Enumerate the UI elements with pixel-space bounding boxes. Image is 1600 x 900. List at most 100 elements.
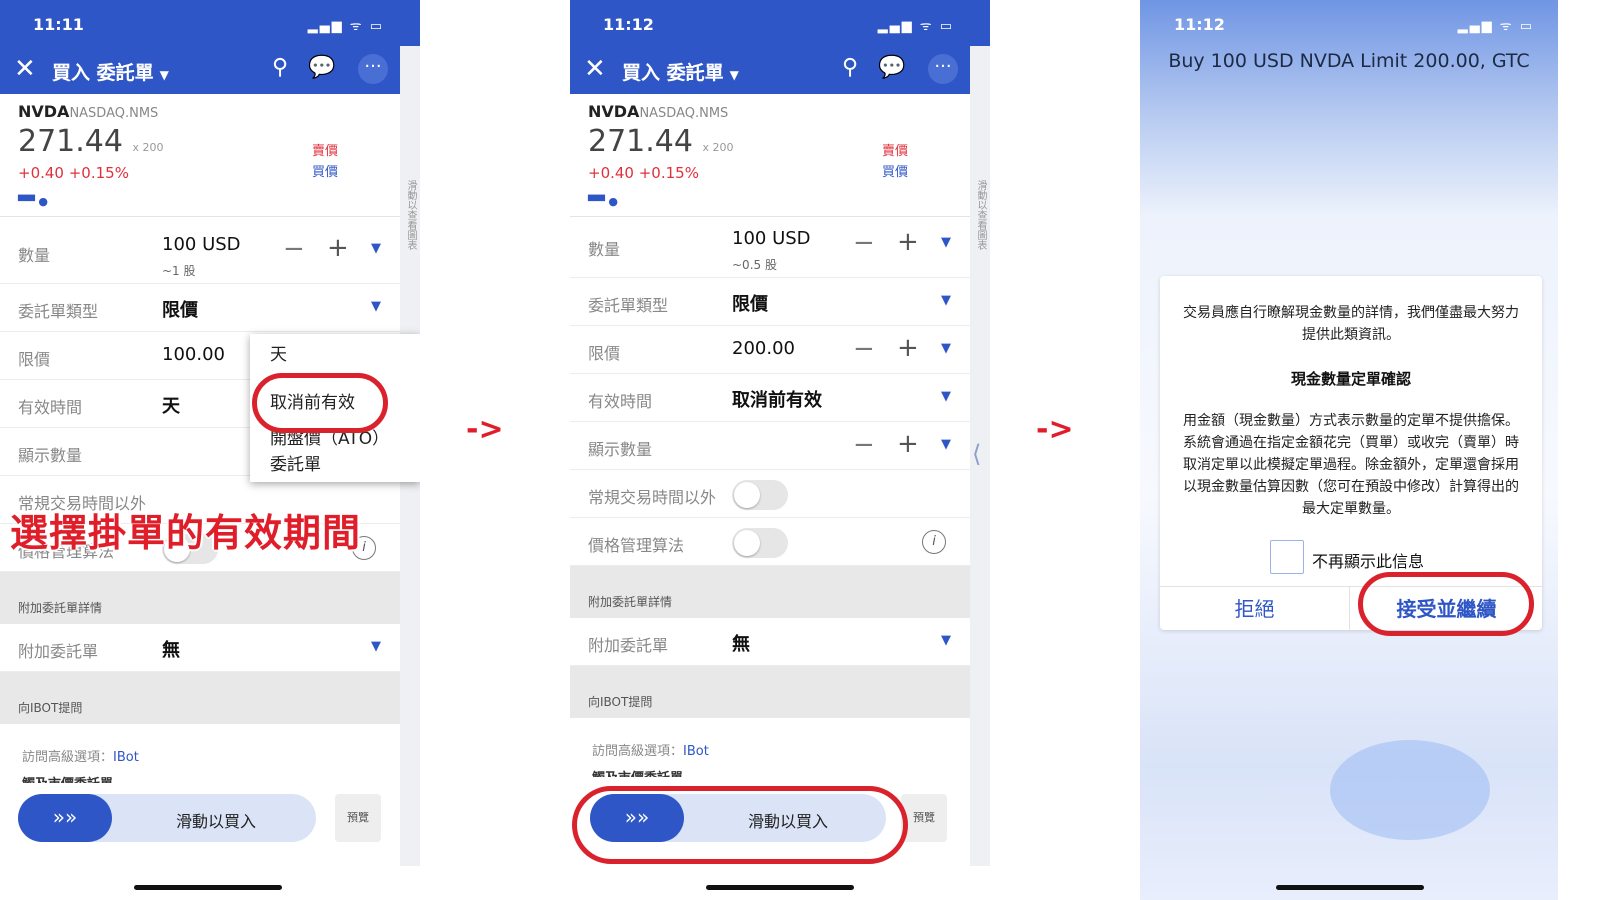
time-in-force-value[interactable]: 天 — [162, 392, 180, 418]
minus-icon[interactable]: − — [853, 228, 875, 258]
chat-icon[interactable]: 💬 — [308, 55, 335, 80]
symbol-text: NVDA — [588, 102, 640, 121]
slide-to-buy[interactable]: »» 滑動以買入 — [18, 794, 316, 842]
tif-option-day[interactable]: 天 — [270, 340, 287, 365]
header-title[interactable]: 買入 委託單 ▼ — [622, 58, 739, 85]
symbol: NVDANASDAQ.NMS — [18, 102, 158, 121]
attached-order-label: 附加委託單 — [588, 636, 669, 655]
outside-rth-toggle[interactable] — [732, 480, 788, 510]
outside-rth-label: 常規交易時間以外 — [588, 488, 717, 507]
chevron-down-icon: ▼ — [159, 68, 169, 82]
flow-arrow: -> — [1036, 412, 1074, 447]
price-size: x 200 — [702, 141, 734, 154]
ibot-link[interactable]: IBot — [113, 750, 139, 765]
ibot-link[interactable]: IBot — [683, 744, 709, 759]
reject-button[interactable]: 拒絕 — [1160, 587, 1350, 631]
header-title[interactable]: 買入 委託單 ▼ — [52, 58, 169, 85]
outside-rth-row: 常規交易時間以外 — [570, 470, 970, 518]
attached-order-label: 附加委託單 — [18, 642, 99, 661]
divider — [0, 216, 400, 217]
search-icon[interactable]: ⚲ — [272, 55, 288, 80]
header-title-text: 買入 委託單 — [52, 62, 154, 84]
info-icon[interactable]: i — [922, 530, 946, 554]
chevron-down-icon: ▼ — [729, 68, 739, 82]
price-change: +0.40 +0.15% — [18, 164, 129, 182]
chevron-down-icon[interactable]: ▼ — [371, 299, 381, 314]
preview-button[interactable]: 預覽 — [335, 794, 381, 842]
order-type-value[interactable]: 限價 — [162, 296, 198, 322]
toggle-knob — [734, 530, 760, 556]
us-flag-icon: ▀▀ ● — [18, 195, 49, 208]
minus-icon[interactable]: − — [283, 234, 305, 264]
status-bar: 11:12 ▂▄▆ ᯤ ▭ — [570, 0, 990, 46]
attached-order-value[interactable]: 無 — [732, 630, 750, 656]
price-algo-label: 價格管理算法 — [588, 536, 685, 555]
chevron-down-icon[interactable]: ▼ — [371, 639, 381, 654]
order-type-value[interactable]: 限價 — [732, 290, 768, 316]
more-icon[interactable]: ··· — [358, 54, 388, 84]
limit-price-label: 限價 — [18, 350, 51, 369]
flow-arrow: -> — [466, 412, 504, 447]
attached-order-row[interactable]: 附加委託單 無 ▼ — [570, 618, 970, 666]
symbol-text: NVDA — [18, 102, 70, 121]
chevron-down-icon[interactable]: ▼ — [941, 437, 951, 452]
plus-icon[interactable]: + — [327, 233, 349, 263]
attached-order-value[interactable]: 無 — [162, 636, 180, 662]
ibot-link-prefix: 訪問高級選項： — [592, 744, 684, 759]
chevron-down-icon[interactable]: ▼ — [371, 241, 381, 256]
order-summary-title: Buy 100 USD NVDA Limit 200.00, GTC — [1168, 50, 1530, 72]
ibot-advanced-link[interactable]: 訪問高級選項：IBot — [22, 746, 139, 765]
plus-icon[interactable]: + — [897, 333, 919, 363]
minus-icon[interactable]: − — [853, 334, 875, 364]
ibot-link-prefix: 訪問高級選項： — [22, 750, 114, 765]
more-icon[interactable]: ··· — [928, 54, 958, 84]
attached-section-header: 附加委託單詳情 — [570, 566, 970, 618]
phone-screen-1: 11:11 ▂▄▆ ᯤ ▭ ✕ 買入 委託單 ▼ ⚲ 💬 ··· 滑動以查看圖表 … — [0, 0, 420, 900]
quantity-input[interactable]: 100 USD — [162, 234, 241, 255]
limit-price-input[interactable]: 200.00 — [732, 338, 795, 359]
display-size-label: 顯示數量 — [18, 446, 83, 465]
time-in-force-value[interactable]: 取消前有效 — [732, 386, 822, 412]
dialog-heading: 現金數量定單確認 — [1290, 370, 1411, 388]
chevron-down-icon[interactable]: ▼ — [941, 293, 951, 308]
ibot-section-header: 向IBOT提問 — [570, 666, 970, 718]
ask-label: 賣價 — [882, 144, 909, 159]
close-icon[interactable]: ✕ — [584, 54, 606, 84]
preview-button[interactable]: 預覽 — [901, 794, 947, 842]
plus-icon[interactable]: + — [897, 227, 919, 257]
plus-icon[interactable]: + — [897, 429, 919, 459]
chevron-down-icon[interactable]: ▼ — [941, 341, 951, 356]
search-icon[interactable]: ⚲ — [842, 55, 858, 80]
quantity-row: 數量 100 USD ~1 股 − + ▼ — [0, 226, 400, 284]
price-change: +0.40 +0.15% — [588, 164, 699, 182]
quantity-input[interactable]: 100 USD — [732, 228, 811, 249]
chat-icon[interactable]: 💬 — [878, 55, 905, 80]
background-glow — [1330, 740, 1490, 840]
side-strip-label: 滑動以查看圖表 — [975, 180, 986, 250]
order-type-row[interactable]: 委託單類型 限價 ▼ — [0, 284, 400, 332]
home-indicator — [706, 885, 854, 890]
attached-section-title: 附加委託單詳情 — [588, 595, 673, 609]
time-in-force-row[interactable]: 有效時間 取消前有效 ▼ — [570, 374, 970, 422]
signal-wifi-battery-icon: ▂▄▆ ᯤ ▭ — [307, 19, 384, 34]
display-size-label: 顯示數量 — [588, 440, 653, 459]
chevron-left-icon[interactable]: ⟨ — [972, 440, 981, 468]
minus-icon[interactable]: − — [853, 430, 875, 460]
ibot-advanced-link[interactable]: 訪問高級選項：IBot — [592, 740, 709, 759]
tif-option-order[interactable]: 委託單 — [270, 450, 321, 475]
close-icon[interactable]: ✕ — [14, 54, 36, 84]
chevron-down-icon[interactable]: ▼ — [941, 389, 951, 404]
chevron-down-icon[interactable]: ▼ — [941, 633, 951, 648]
chevron-down-icon[interactable]: ▼ — [941, 235, 951, 250]
price-algo-toggle[interactable] — [732, 528, 788, 558]
limit-price-input[interactable]: 100.00 — [162, 344, 225, 365]
dont-show-checkbox[interactable] — [1270, 540, 1304, 574]
bid-label: 買價 — [312, 165, 339, 180]
slide-handle-icon[interactable]: »» — [18, 794, 112, 842]
slide-to-buy-label: 滑動以買入 — [176, 812, 257, 831]
us-flag-icon: ▀▀ ● — [588, 195, 619, 208]
last-price-value: 271.44 — [588, 124, 693, 159]
last-price: 271.44 x 200 — [588, 124, 734, 159]
attached-order-row[interactable]: 附加委託單 無 ▼ — [0, 624, 400, 672]
order-type-row[interactable]: 委託單類型 限價 ▼ — [570, 278, 970, 326]
